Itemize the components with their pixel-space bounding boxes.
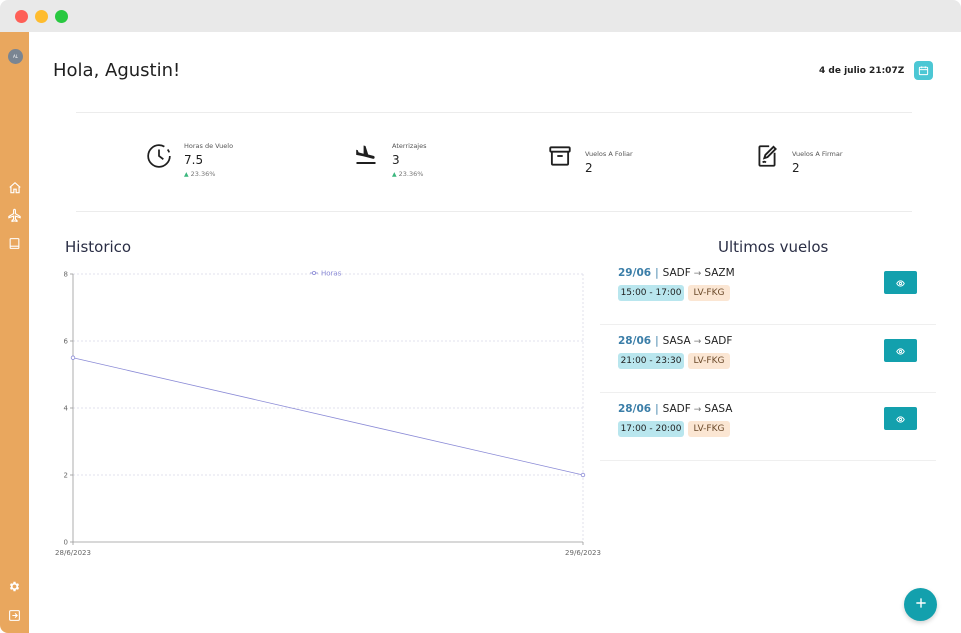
logout-icon[interactable] [6,607,23,624]
sign-document-icon [754,143,780,169]
historico-title: Historico [65,238,132,256]
divider [76,211,912,212]
page-title: Hola, Agustin! [53,60,181,81]
separator: | [655,335,659,347]
flight-origin: SADF [662,267,691,279]
minimize-window-button[interactable] [35,10,48,23]
series-line [72,357,584,476]
flight-time-badge: 17:00 - 20:00 [618,421,684,437]
stat-label: Aterrizajes [392,142,427,150]
clock-icon [146,143,172,169]
archive-box-icon [547,143,573,169]
flight-registration-badge: LV-FKG [688,353,730,369]
flight-route: 28/06 | SADF → SASA [618,403,732,415]
close-window-button[interactable] [15,10,28,23]
y-tick-label: 4 [64,405,69,413]
stat-label: Vuelos A Firmar [792,150,843,158]
flight-route: 29/06 | SADF → SAZM [618,267,735,279]
flight-item: 28/06 | SADF → SASA 17:00 - 20:00 LV-FKG [600,393,936,461]
add-flight-button[interactable] [904,588,937,621]
separator: | [655,267,659,279]
eye-icon [896,409,905,428]
arrow-right-icon: → [693,269,702,279]
flight-origin: SADF [662,403,691,415]
avatar[interactable]: AL [8,49,23,64]
trend-up-icon: ▲ [184,171,189,178]
app-window: AL Hola, Agustin! 4 de julio 21:07Z Hora… [0,0,961,633]
stat-label: Horas de Vuelo [184,142,234,150]
eye-icon [896,273,905,292]
stat-value: 2 [585,161,593,175]
main-content: Hola, Agustin! 4 de julio 21:07Z Horas d… [29,32,961,633]
arrow-right-icon: → [693,405,702,415]
y-tick-label: 8 [64,271,68,279]
stat-value: 7.5 [184,153,204,167]
flight-item: 28/06 | SASA → SADF 21:00 - 23:30 LV-FKG [600,325,936,393]
flight-destination: SADF [704,335,733,347]
plane-icon[interactable] [6,207,23,224]
flight-item: 29/06 | SADF → SAZM 15:00 - 17:00 LV-FKG [600,257,936,325]
flight-date: 28/06 [618,403,652,415]
gear-icon[interactable] [6,578,23,595]
x-tick-label: 28/6/2023 [55,549,91,557]
data-point [580,472,586,478]
flight-time-badge: 21:00 - 23:30 [618,353,684,369]
divider [76,112,912,113]
home-icon[interactable] [6,179,23,196]
historico-chart: 0 2 4 6 8 28/6/2023 29/6/2023 Horas [55,270,601,558]
flight-registration-badge: LV-FKG [688,285,730,301]
stat-label: Vuelos A Foliar [585,150,633,158]
flight-destination: SAZM [704,267,735,279]
view-flight-button[interactable] [884,339,917,362]
flight-origin: SASA [662,335,691,347]
flight-date: 29/06 [618,267,652,279]
flight-route: 28/06 | SASA → SADF [618,335,732,347]
flight-time-badge: 15:00 - 17:00 [618,285,684,301]
separator: | [655,403,659,415]
view-flight-button[interactable] [884,271,917,294]
y-tick-label: 6 [64,338,69,346]
stat-delta: ▲ 23.36% [392,170,424,178]
arrow-right-icon: → [693,337,702,347]
legend-label: Horas [321,270,342,278]
calendar-button[interactable] [914,61,933,80]
view-flight-button[interactable] [884,407,917,430]
flight-destination: SASA [704,403,733,415]
plane-landing-icon [354,143,380,169]
trend-up-icon: ▲ [392,171,397,178]
sidebar: AL [0,32,29,633]
data-point [70,355,76,360]
y-tick-label: 2 [64,472,68,480]
y-tick-label: 0 [64,539,68,547]
book-icon[interactable] [6,235,23,252]
legend-marker [311,271,316,276]
title-bar [0,0,961,32]
eye-icon [896,341,905,360]
ultimos-vuelos-title: Ultimos vuelos [718,238,829,256]
flight-date: 28/06 [618,335,652,347]
current-datetime: 4 de julio 21:07Z [819,66,905,76]
x-tick-label: 29/6/2023 [565,549,601,557]
flight-registration-badge: LV-FKG [688,421,730,437]
stat-value: 3 [392,153,400,167]
plus-icon [914,595,928,614]
stat-delta: ▲ 23.36% [184,170,216,178]
stat-value: 2 [792,161,800,175]
maximize-window-button[interactable] [55,10,68,23]
